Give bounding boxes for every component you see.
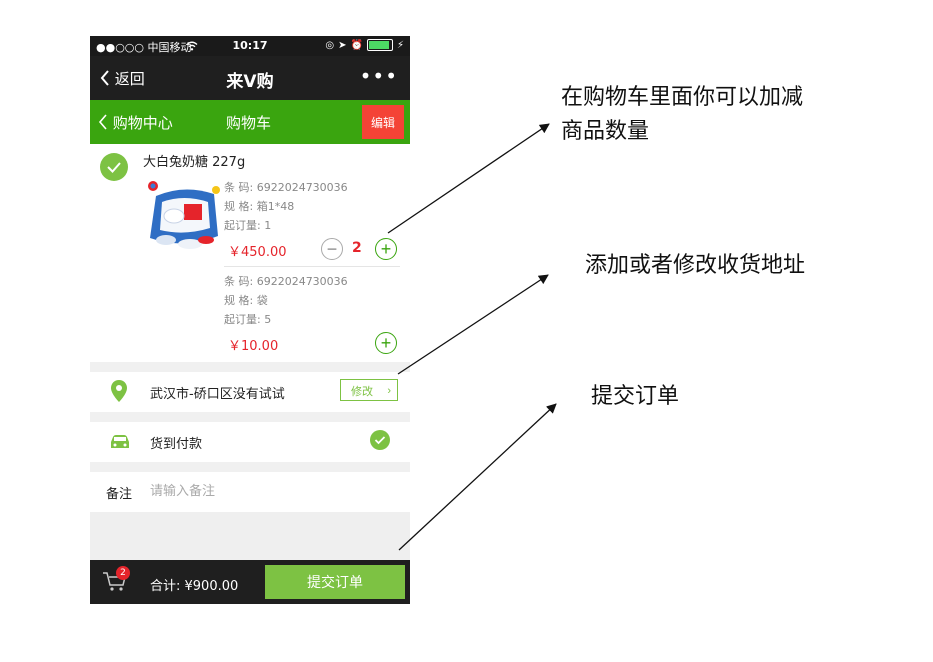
annotation-submit: 提交订单 (591, 384, 680, 409)
annotation-address: 添加或者修改收货地址 (585, 253, 806, 278)
annotation-cart-qty: 在购物车里面你可以加减 商品数量 (561, 81, 803, 149)
arrow-icon (398, 403, 557, 551)
arrow-icon (387, 123, 550, 234)
arrow-icon (397, 274, 549, 375)
annotation-line: 商品数量 (561, 119, 650, 144)
annotation-line: 在购物车里面你可以加减 (561, 85, 804, 110)
